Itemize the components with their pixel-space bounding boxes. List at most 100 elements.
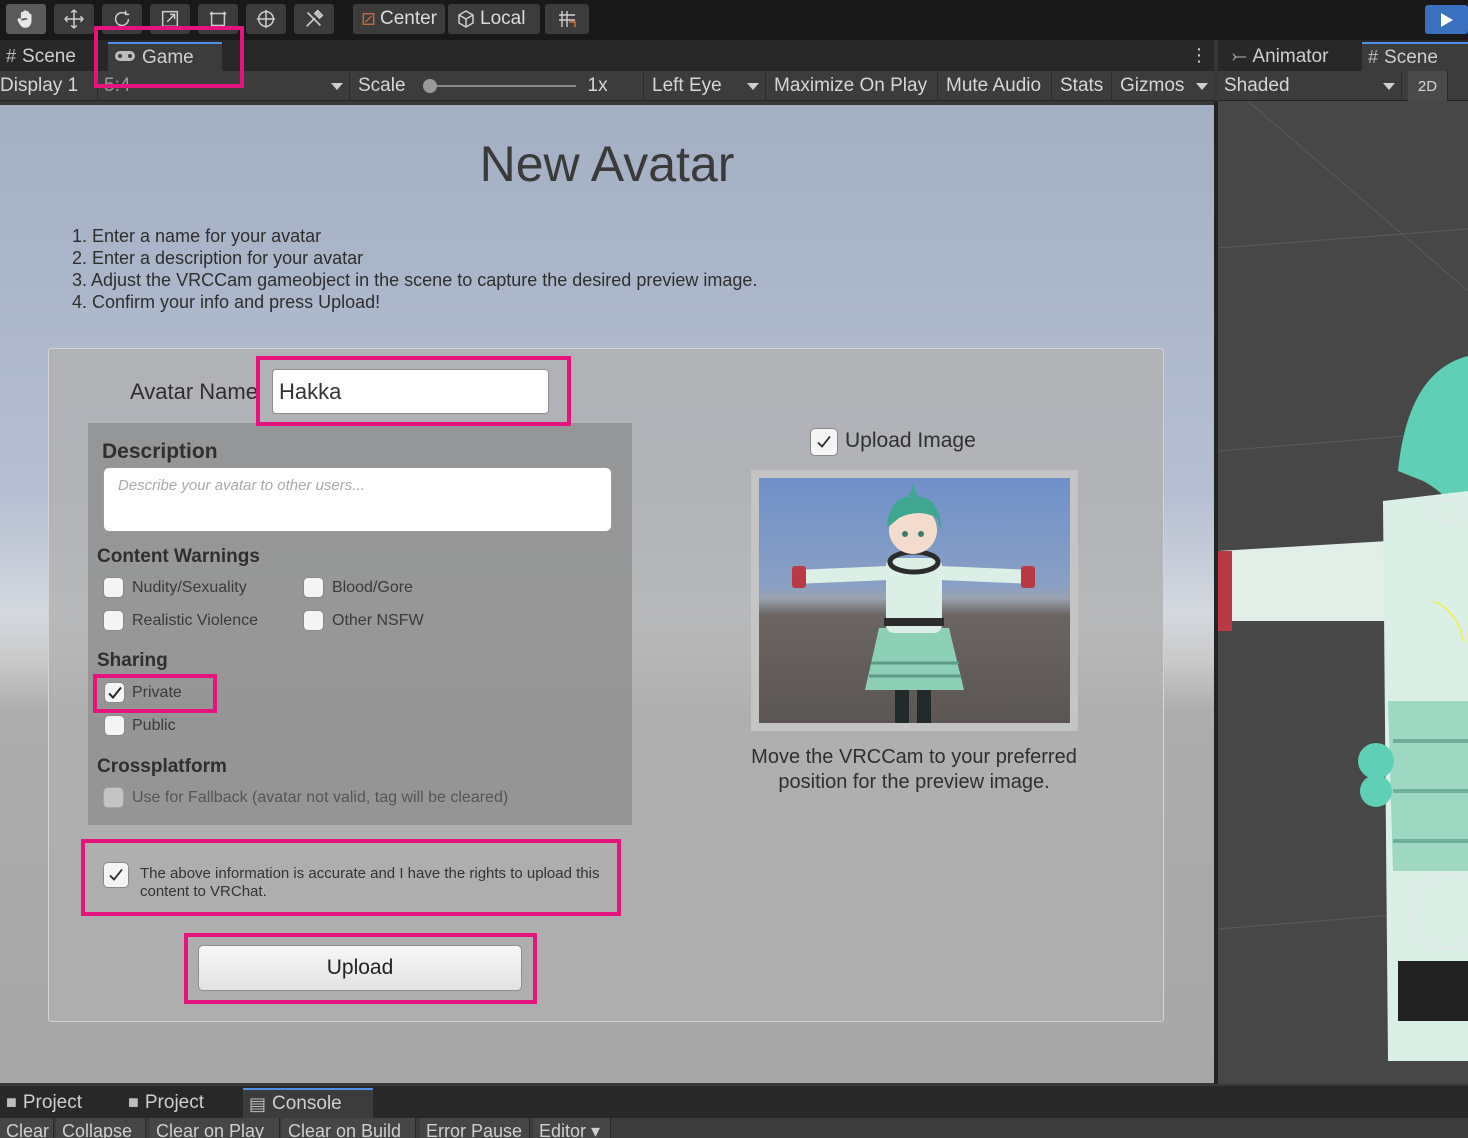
clear-label: Clear — [6, 1121, 50, 1138]
tab-animator-label: Animator — [1252, 45, 1329, 67]
stats-toggle[interactable]: Stats — [1054, 71, 1112, 101]
agreement-checkbox[interactable] — [103, 862, 129, 888]
scale-thumb[interactable] — [422, 79, 437, 93]
transform-tool-icon — [256, 9, 276, 29]
display-dropdown[interactable]: Display 1 — [0, 71, 98, 101]
tab-project-2[interactable]: ■ Project — [122, 1088, 238, 1117]
mode-2d-label: 2D — [1417, 77, 1438, 95]
blood-checkbox[interactable] — [303, 577, 324, 598]
tab-animator[interactable]: ⤚ Animator — [1226, 42, 1356, 71]
eye-dropdown[interactable]: Left Eye — [646, 71, 766, 101]
eye-label: Left Eye — [652, 75, 722, 96]
tab-console[interactable]: ▤ Console — [243, 1088, 373, 1118]
gamepad-icon — [114, 47, 136, 68]
console-clear-button[interactable]: Clear — [0, 1118, 54, 1138]
aspect-dropdown[interactable]: 5:4 — [98, 71, 350, 101]
hand-tool-icon — [17, 10, 32, 28]
chevron-down-icon — [1383, 82, 1395, 90]
console-clear-on-build-button[interactable]: Clear on Build — [282, 1118, 416, 1138]
public-label: Public — [132, 717, 176, 734]
tab-project-1[interactable]: ■ Project — [0, 1088, 118, 1117]
rotate-tool-button[interactable] — [102, 4, 142, 34]
description-input[interactable]: Describe your avatar to other users... — [103, 467, 612, 532]
play-icon — [1440, 12, 1453, 27]
space-label: Local — [480, 8, 526, 29]
upload-button[interactable]: Upload — [198, 945, 522, 991]
grid-snap-icon — [559, 11, 576, 27]
display-label: Display 1 — [0, 75, 79, 96]
tab-scene[interactable]: # Scene — [0, 42, 104, 71]
tab-game[interactable]: Game — [108, 42, 222, 71]
gizmos-label: Gizmos — [1120, 75, 1185, 96]
local-cube-icon — [458, 10, 474, 28]
shading-label: Shaded — [1224, 75, 1290, 96]
stats-label: Stats — [1060, 75, 1104, 96]
upload-button-label: Upload — [326, 956, 394, 979]
rect-tool-button[interactable] — [198, 4, 238, 34]
private-checkbox[interactable] — [104, 682, 125, 703]
scene-view[interactable] — [1218, 101, 1468, 1084]
pivot-icon — [362, 13, 375, 25]
avatar-name-value: Hakka — [279, 379, 342, 404]
clear-on-play-label: Clear on Play — [156, 1121, 265, 1138]
maximize-on-play-toggle[interactable]: Maximize On Play — [768, 71, 938, 101]
instruction-step-2: 2. Enter a description for your avatar — [72, 248, 364, 268]
mute-audio-toggle[interactable]: Mute Audio — [940, 71, 1052, 101]
grid-snap-button[interactable] — [545, 4, 589, 34]
violence-label: Realistic Violence — [132, 612, 258, 629]
agreement-label: The above information is accurate and I … — [140, 865, 600, 900]
instruction-step-1: 1. Enter a name for your avatar — [72, 226, 322, 246]
shading-dropdown[interactable]: Shaded — [1218, 71, 1402, 101]
public-checkbox[interactable] — [104, 715, 125, 736]
nsfw-label: Other NSFW — [332, 612, 424, 629]
custom-tool-icon — [306, 9, 324, 27]
preview-hint: Move the VRCCam to your preferred positi… — [751, 746, 1077, 793]
error-pause-label: Error Pause — [426, 1121, 523, 1138]
nsfw-checkbox[interactable] — [303, 610, 324, 631]
aspect-label: 5:4 — [104, 75, 131, 96]
avatar-name-label: Avatar Name — [130, 379, 258, 404]
instruction-step-3: 3. Adjust the VRCCam gameobject in the s… — [72, 270, 758, 290]
more-options-icon[interactable]: ⋮ — [1190, 46, 1208, 66]
folder-icon: ■ — [6, 1092, 17, 1112]
console-editor-dropdown[interactable]: Editor ▾ — [533, 1118, 611, 1138]
gizmos-dropdown[interactable]: Gizmos — [1114, 71, 1214, 101]
play-button[interactable] — [1425, 5, 1468, 34]
tab-scene-right[interactable]: # Scene — [1362, 42, 1468, 71]
scale-value: 1x — [587, 75, 608, 96]
content-warnings-label: Content Warnings — [97, 546, 260, 567]
violence-checkbox[interactable] — [103, 610, 124, 631]
fallback-checkbox[interactable] — [103, 787, 124, 808]
avatar-name-input[interactable]: Hakka — [272, 369, 549, 414]
hand-tool-button[interactable] — [6, 4, 46, 34]
transform-tool-button[interactable] — [246, 4, 286, 34]
fallback-label: Use for Fallback (avatar not valid, tag … — [132, 789, 509, 806]
nudity-checkbox[interactable] — [103, 577, 124, 598]
pivot-toggle[interactable]: Center — [353, 4, 445, 34]
scale-track[interactable] — [422, 79, 576, 93]
custom-tool-button[interactable] — [294, 4, 334, 34]
page-title: New Avatar — [479, 136, 735, 192]
sharing-label: Sharing — [97, 650, 168, 671]
console-error-pause-button[interactable]: Error Pause — [420, 1118, 530, 1138]
maximize-label: Maximize On Play — [774, 75, 928, 96]
toggle-2d-button[interactable]: 2D — [1408, 71, 1448, 101]
scene-grid-icon: # — [6, 46, 17, 66]
console-icon: ▤ — [249, 1093, 267, 1114]
scale-tool-icon — [161, 10, 179, 28]
console-collapse-button[interactable]: Collapse — [56, 1118, 146, 1138]
rect-tool-icon — [209, 11, 227, 27]
checkmark-icon — [109, 868, 123, 881]
scale-slider[interactable]: Scale 1x — [352, 71, 644, 101]
space-toggle[interactable]: Local — [448, 4, 540, 34]
upload-image-checkbox[interactable] — [810, 428, 838, 456]
clear-on-build-label: Clear on Build — [288, 1121, 402, 1138]
scale-tool-button[interactable] — [150, 4, 190, 34]
upload-image-label: Upload Image — [845, 429, 976, 452]
pivot-label: Center — [379, 8, 437, 29]
console-clear-on-play-button[interactable]: Clear on Play — [150, 1118, 280, 1138]
avatar-preview-image — [759, 478, 1070, 723]
move-tool-button[interactable] — [54, 4, 94, 34]
game-view: New Avatar 1. Enter a name for your avat… — [0, 105, 1214, 1083]
instruction-step-4: 4. Confirm your info and press Upload! — [72, 292, 381, 312]
